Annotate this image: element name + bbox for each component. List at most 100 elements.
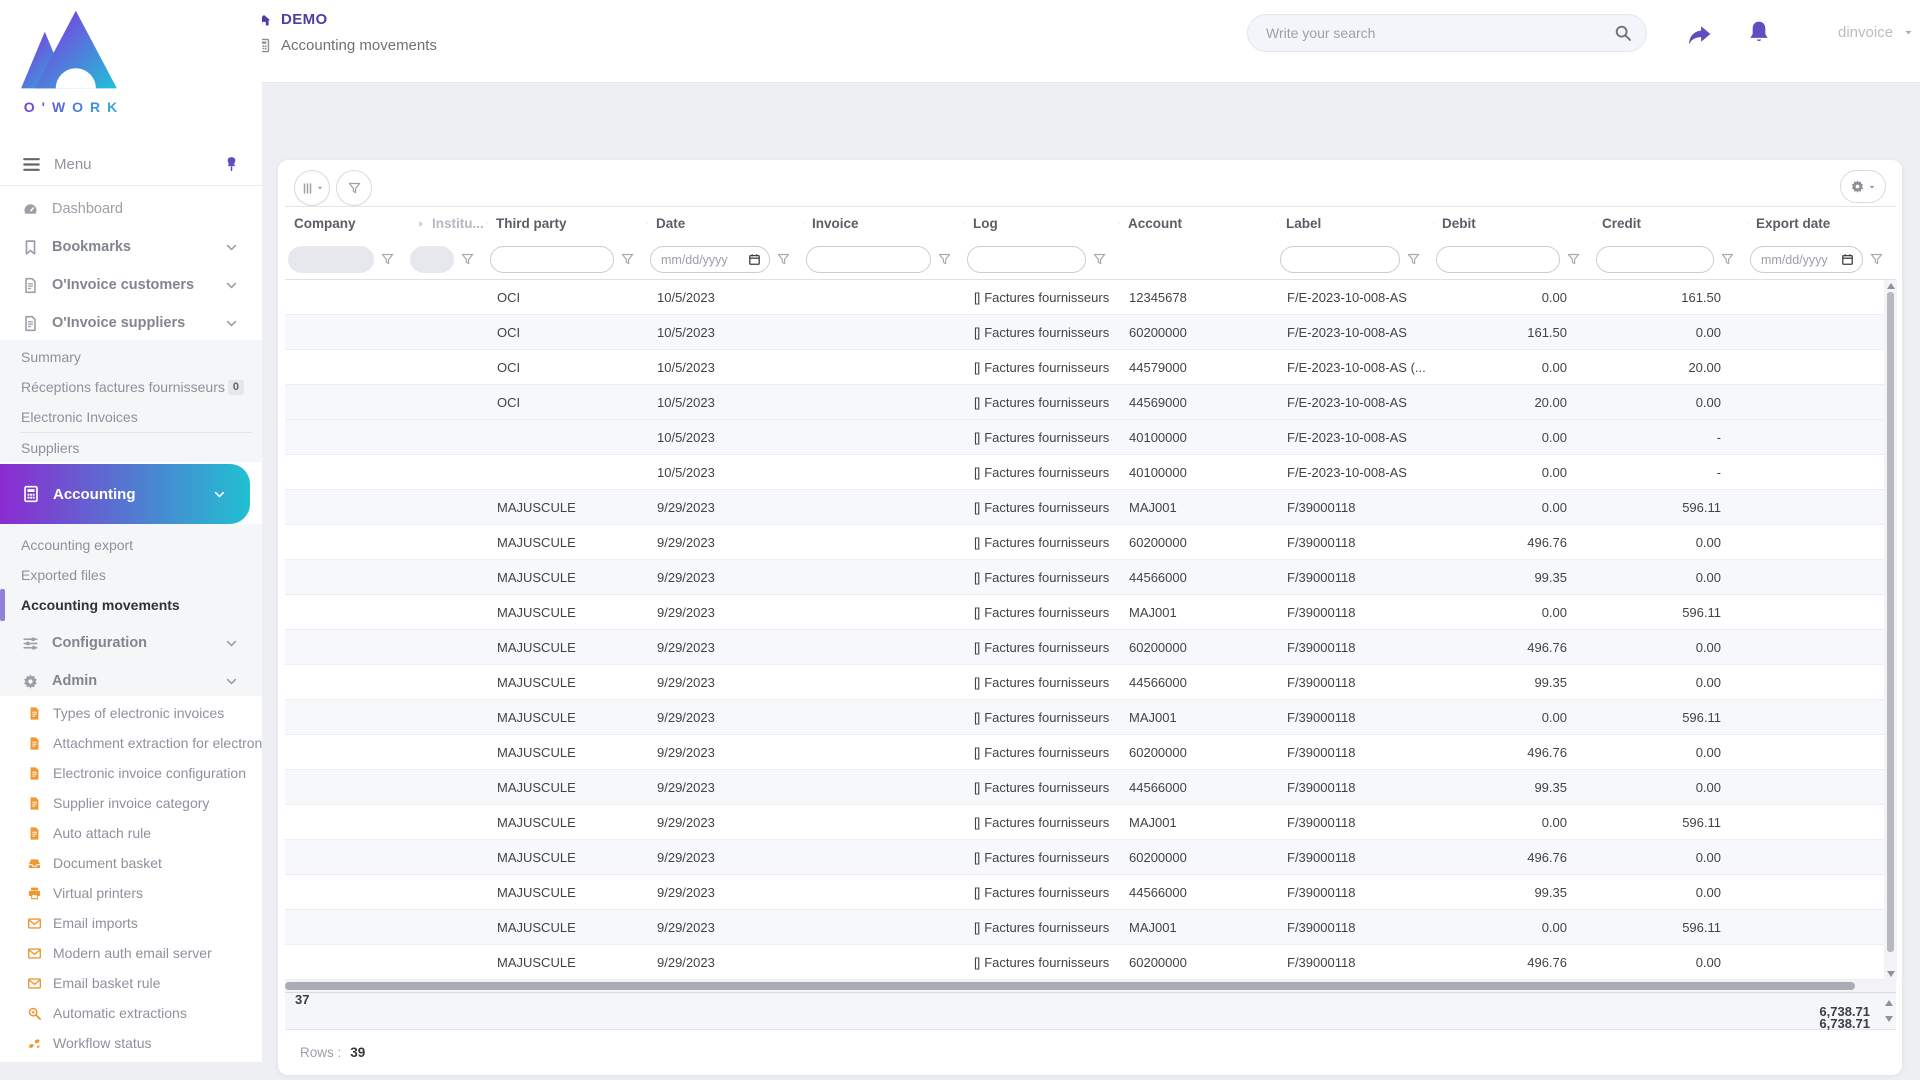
filter-input-credit[interactable] [1596,246,1714,273]
table-row[interactable]: MAJUSCULE 9/29/2023 [] Factures fournisseur… [285,560,1896,595]
grid-body: OCI 10/5/2023 [] Factures fournisseurs 12345… [285,280,1896,980]
column-header-export-date[interactable]: Export date [1747,216,1896,231]
search-input[interactable] [1266,25,1614,41]
column-header-invoice[interactable]: Invoice [803,216,964,231]
column-header-date[interactable]: Date [647,216,803,231]
cell-account: 44566000 [1129,779,1187,795]
funnel-icon[interactable] [460,252,475,267]
table-row[interactable]: MAJUSCULE 9/29/2023 [] Factures fournisseur… [285,490,1896,525]
user-menu[interactable]: dinvoice [1838,24,1914,41]
admin-item-virtual-printers[interactable]: Virtual printers [0,878,262,908]
table-row[interactable]: MAJUSCULE 9/29/2023 [] Factures fournisseur… [285,525,1896,560]
table-row[interactable]: MAJUSCULE 9/29/2023 [] Factures fournisseur… [285,840,1896,875]
table-row[interactable]: MAJUSCULE 9/29/2023 [] Factures fournisseur… [285,875,1896,910]
table-row[interactable]: OCI 10/5/2023 [] Factures fournisseurs 44569… [285,385,1896,420]
sidebar-item-bookmarks[interactable]: Bookmarks [0,228,262,266]
table-row[interactable]: 10/5/2023 [] Factures fournisseurs 40100000… [285,420,1896,455]
admin-item-automatic-extractions[interactable]: Automatic extractions [0,998,262,1028]
funnel-icon[interactable] [937,252,952,267]
scroll-down-icon[interactable] [1887,971,1895,977]
hamburger-icon[interactable] [22,155,41,174]
funnel-icon[interactable] [1406,252,1421,267]
table-row[interactable]: MAJUSCULE 9/29/2023 [] Factures fournisseur… [285,735,1896,770]
table-row[interactable]: MAJUSCULE 9/29/2023 [] Factures fournisseur… [285,630,1896,665]
admin-item-modern-auth-email-server[interactable]: Modern auth email server [0,938,262,968]
vertical-scrollbar[interactable] [1884,280,1897,980]
table-row[interactable]: MAJUSCULE 9/29/2023 [] Factures fournisseur… [285,945,1896,980]
funnel-icon[interactable] [1720,252,1735,267]
submenu-item-suppliers[interactable]: Suppliers [0,433,262,463]
table-row[interactable]: OCI 10/5/2023 [] Factures fournisseurs 12345… [285,280,1896,315]
table-row[interactable]: MAJUSCULE 9/29/2023 [] Factures fournisseur… [285,595,1896,630]
admin-item-supplier-invoice-category[interactable]: Supplier invoice category [0,788,262,818]
admin-item-workflow-status[interactable]: Workflow status [0,1028,262,1058]
table-row[interactable]: MAJUSCULE 9/29/2023 [] Factures fournisseur… [285,805,1896,840]
filter-input-label[interactable] [1280,246,1400,273]
column-header-debit[interactable]: Debit [1433,216,1593,231]
filter-input-third-party[interactable] [490,246,614,273]
summary-scroll-down-icon[interactable] [1885,1016,1893,1022]
sidebar-item-dashboard[interactable]: Dashboard [0,190,262,228]
cell-date: 10/5/2023 [657,359,715,375]
grid-settings-button[interactable] [1840,170,1886,203]
admin-item-email-basket-rule[interactable]: Email basket rule [0,968,262,998]
funnel-icon[interactable] [380,252,395,267]
column-header-label[interactable]: Label [1277,216,1433,231]
sidebar-item-o-invoice-customers[interactable]: O'Invoice customers [0,266,262,304]
summary-scroll-up-icon[interactable] [1885,1000,1893,1006]
pin-icon[interactable] [223,156,240,173]
scroll-up-icon[interactable] [1887,283,1895,289]
vertical-scrollbar-thumb[interactable] [1887,292,1894,952]
column-header-third-party[interactable]: Third party [487,216,647,231]
brand-logo[interactable]: O'WORK [12,8,136,115]
funnel-icon[interactable] [1566,252,1581,267]
admin-item-auto-attach-rule[interactable]: Auto attach rule [0,818,262,848]
admin-item-document-basket[interactable]: Document basket [0,848,262,878]
funnel-icon[interactable] [1869,252,1884,267]
column-header-account[interactable]: Account [1119,216,1277,231]
sidebar-item-o-invoice-suppliers[interactable]: O'Invoice suppliers [0,304,262,342]
column-header-institu[interactable]: Institu... [407,216,487,231]
sidebar-item-admin[interactable]: Admin [0,662,262,700]
column-header-credit[interactable]: Credit [1593,216,1747,231]
search-icon[interactable] [1614,24,1632,42]
submenu-item-r-ceptions-factures-fournisseurs[interactable]: Réceptions factures fournisseurs 0 [0,372,262,402]
horizontal-scrollbar-thumb[interactable] [285,982,1855,990]
table-row[interactable]: OCI 10/5/2023 [] Factures fournisseurs 44579… [285,350,1896,385]
admin-item-types-of-electronic-invoices[interactable]: Types of electronic invoices [0,698,262,728]
table-row[interactable]: MAJUSCULE 9/29/2023 [] Factures fournisseur… [285,910,1896,945]
filter-date-date[interactable]: mm/dd/yyyy [650,246,770,273]
sidebar-item-configuration[interactable]: Configuration [0,624,262,662]
horizontal-scrollbar[interactable] [285,980,1896,992]
submenu-item-exported-files[interactable]: Exported files [0,560,262,590]
submenu-item-summary[interactable]: Summary [0,342,262,372]
table-row[interactable]: 10/5/2023 [] Factures fournisseurs 40100000… [285,455,1896,490]
table-row[interactable]: MAJUSCULE 9/29/2023 [] Factures fournisseur… [285,700,1896,735]
filter-input-log[interactable] [967,246,1086,273]
admin-item-attachment-extraction-for-electroni[interactable]: Attachment extraction for electroni [0,728,262,758]
sidebar-item-accounting[interactable]: Accounting [0,464,250,524]
filter-button[interactable] [336,170,372,206]
admin-item-email-imports[interactable]: Email imports [0,908,262,938]
column-header-log[interactable]: Log [964,216,1119,231]
submenu-item-electronic-invoices[interactable]: Electronic Invoices [0,402,262,432]
table-row[interactable]: MAJUSCULE 9/29/2023 [] Factures fournisseur… [285,770,1896,805]
share-button[interactable] [1686,21,1712,50]
app-name[interactable]: DEMO [281,11,328,28]
column-header-company[interactable]: Company [285,216,407,231]
funnel-icon[interactable] [776,252,791,267]
cell-date: 9/29/2023 [657,779,715,795]
table-row[interactable]: MAJUSCULE 9/29/2023 [] Factures fournisseur… [285,665,1896,700]
notifications-button[interactable] [1746,19,1772,48]
filter-input-invoice[interactable] [806,246,931,273]
menu-toggle[interactable]: Menu [0,146,262,182]
column-chooser-button[interactable] [294,170,330,206]
admin-item-electronic-invoice-configuration[interactable]: Electronic invoice configuration [0,758,262,788]
submenu-item-accounting-movements[interactable]: Accounting movements [0,589,262,621]
table-row[interactable]: OCI 10/5/2023 [] Factures fournisseurs 60200… [285,315,1896,350]
submenu-item-accounting-export[interactable]: Accounting export [0,530,262,560]
funnel-icon[interactable] [1092,252,1107,267]
funnel-icon[interactable] [620,252,635,267]
filter-date-export-date[interactable]: mm/dd/yyyy [1750,246,1863,273]
filter-input-debit[interactable] [1436,246,1560,273]
